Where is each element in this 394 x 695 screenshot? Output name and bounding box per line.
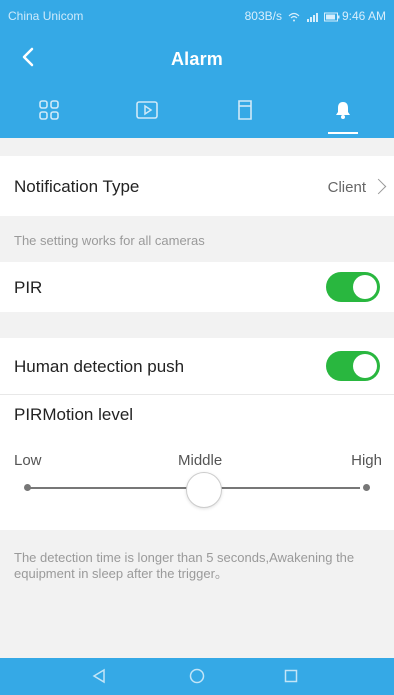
video-icon xyxy=(136,100,158,124)
toggle-knob xyxy=(353,275,377,299)
chevron-right-icon xyxy=(370,178,387,195)
bell-icon xyxy=(334,100,352,125)
home-circle-icon[interactable] xyxy=(186,665,208,687)
grid-icon xyxy=(39,99,59,125)
human-push-label: Human detection push xyxy=(14,357,185,376)
level-high-label: High xyxy=(351,452,382,469)
slider-stop-low xyxy=(24,484,31,491)
sd-card-icon xyxy=(237,99,253,125)
settings-hint: The setting works for all cameras xyxy=(14,233,205,248)
level-low-label: Low xyxy=(14,452,42,469)
tab-storage[interactable] xyxy=(196,86,294,138)
notification-type-row[interactable]: Notification Type Client xyxy=(0,156,394,216)
detection-note: The detection time is longer than 5 seco… xyxy=(14,550,355,581)
notification-type-label: Notification Type xyxy=(14,177,140,196)
motion-level-section: PIRMotion level Low Middle High xyxy=(0,395,394,530)
hint-section: The setting works for all cameras xyxy=(0,216,394,262)
tab-grid[interactable] xyxy=(0,86,98,138)
level-middle-label: Middle xyxy=(178,452,223,469)
motion-level-label: PIRMotion level xyxy=(14,405,134,424)
carrier-name: China Unicom xyxy=(8,9,84,23)
toggle-knob xyxy=(353,354,377,378)
pir-row: PIR xyxy=(0,262,394,312)
clock: 9:46 AM xyxy=(341,9,386,23)
status-bar: China Unicom 803B/s 9:46 AM xyxy=(0,0,394,32)
tab-alarm[interactable] xyxy=(294,86,392,138)
pir-toggle[interactable] xyxy=(326,272,380,302)
app-header: Alarm xyxy=(0,32,394,86)
section-spacer xyxy=(0,138,394,156)
slider-stop-high xyxy=(363,484,370,491)
human-push-toggle[interactable] xyxy=(326,351,380,381)
system-nav-bar xyxy=(0,658,394,695)
human-push-row: Human detection push xyxy=(0,338,394,394)
tab-bar xyxy=(0,86,394,138)
recent-square-icon[interactable] xyxy=(280,665,302,687)
tab-video[interactable] xyxy=(98,86,196,138)
section-spacer xyxy=(0,312,394,338)
back-triangle-icon[interactable] xyxy=(88,665,110,687)
network-speed: 803B/s xyxy=(244,9,282,23)
signal-icon xyxy=(306,11,318,22)
battery-icon xyxy=(323,11,340,22)
wifi-icon xyxy=(288,11,300,22)
status-indicators: 803B/s 9:46 AM xyxy=(245,9,386,23)
page-title: Alarm xyxy=(170,49,224,69)
slider-thumb[interactable] xyxy=(186,472,222,508)
notification-type-value: Client xyxy=(327,179,366,196)
pir-label: PIR xyxy=(14,278,43,297)
